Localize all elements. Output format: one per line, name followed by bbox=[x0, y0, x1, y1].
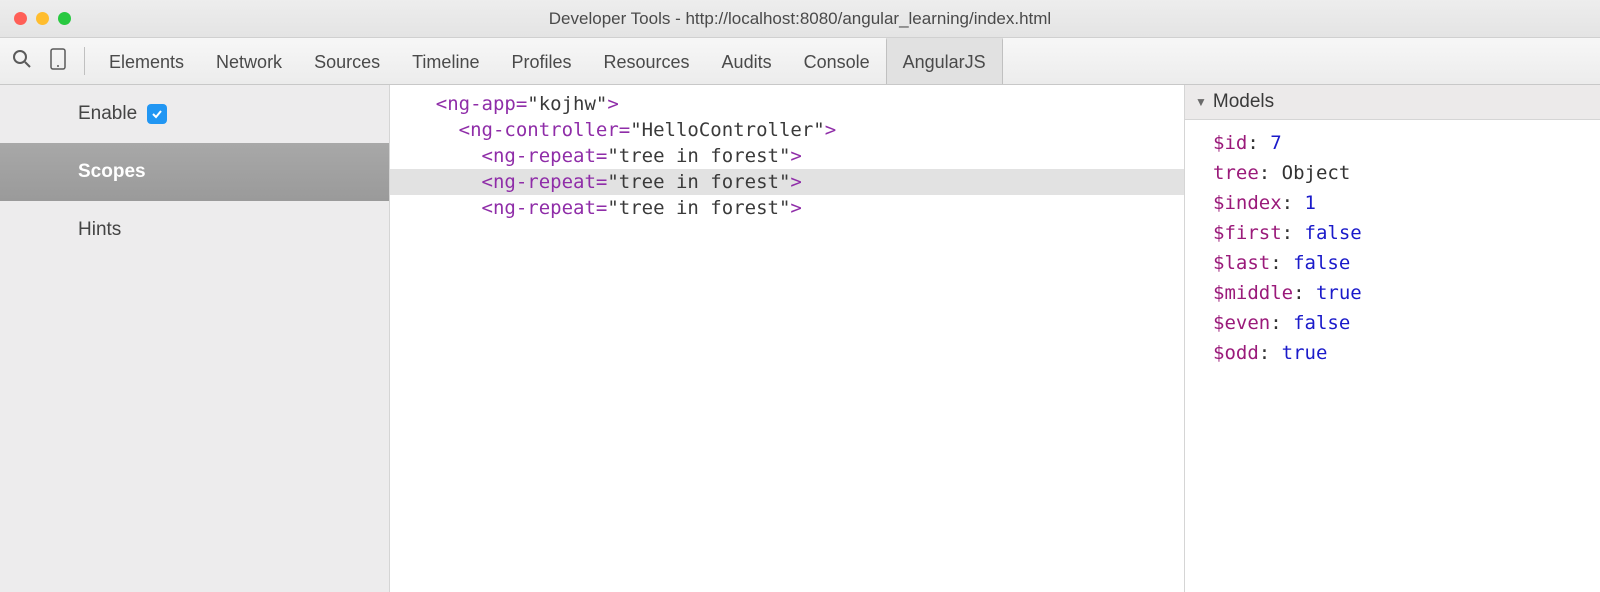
sidebar-item-scopes[interactable]: Scopes bbox=[0, 143, 389, 201]
models-panel: ▼ Models $id: 7tree: Object$index: 1$fir… bbox=[1185, 85, 1600, 592]
enable-checkbox[interactable] bbox=[147, 104, 167, 124]
close-window-button[interactable] bbox=[14, 12, 27, 25]
tab-profiles[interactable]: Profiles bbox=[495, 38, 587, 84]
tab-resources[interactable]: Resources bbox=[588, 38, 706, 84]
scope-tree-line[interactable]: <ng-controller="HelloController"> bbox=[390, 117, 1184, 143]
tab-network[interactable]: Network bbox=[200, 38, 298, 84]
window-title: Developer Tools - http://localhost:8080/… bbox=[549, 9, 1051, 29]
models-properties: $id: 7tree: Object$index: 1$first: false… bbox=[1185, 120, 1600, 376]
tab-elements[interactable]: Elements bbox=[93, 38, 200, 84]
model-prop-index[interactable]: $index: 1 bbox=[1213, 188, 1590, 218]
tab-sources[interactable]: Sources bbox=[298, 38, 396, 84]
model-prop-middle[interactable]: $middle: true bbox=[1213, 278, 1590, 308]
search-icon[interactable] bbox=[12, 49, 32, 74]
scope-tree-line[interactable]: <ng-repeat="tree in forest"> bbox=[390, 143, 1184, 169]
model-prop-first[interactable]: $first: false bbox=[1213, 218, 1590, 248]
disclosure-triangle-icon[interactable]: ▼ bbox=[1195, 95, 1207, 109]
model-prop-tree[interactable]: tree: Object bbox=[1213, 158, 1590, 188]
devtools-window: Developer Tools - http://localhost:8080/… bbox=[0, 0, 1600, 592]
model-prop-id[interactable]: $id: 7 bbox=[1213, 128, 1590, 158]
scope-tree-panel: <ng-app="kojhw"> <ng-controller="HelloCo… bbox=[390, 85, 1185, 592]
maximize-window-button[interactable] bbox=[58, 12, 71, 25]
sidebar-item-hints[interactable]: Hints bbox=[0, 201, 389, 259]
device-icon[interactable] bbox=[50, 48, 66, 75]
titlebar: Developer Tools - http://localhost:8080/… bbox=[0, 0, 1600, 38]
model-prop-odd[interactable]: $odd: true bbox=[1213, 338, 1590, 368]
models-header[interactable]: ▼ Models bbox=[1185, 85, 1600, 120]
scope-tree-line[interactable]: <ng-app="kojhw"> bbox=[390, 91, 1184, 117]
enable-label: Enable bbox=[78, 103, 137, 125]
model-prop-last[interactable]: $last: false bbox=[1213, 248, 1590, 278]
tab-timeline[interactable]: Timeline bbox=[396, 38, 495, 84]
scope-tree-line[interactable]: <ng-repeat="tree in forest"> bbox=[390, 169, 1184, 195]
toolbar-left bbox=[12, 47, 85, 75]
sidebar: Enable ScopesHints bbox=[0, 85, 390, 592]
models-title: Models bbox=[1213, 91, 1274, 113]
tab-angularjs[interactable]: AngularJS bbox=[886, 38, 1003, 84]
toolbar: ElementsNetworkSourcesTimelineProfilesRe… bbox=[0, 38, 1600, 85]
minimize-window-button[interactable] bbox=[36, 12, 49, 25]
content-area: Enable ScopesHints <ng-app="kojhw"> <ng-… bbox=[0, 85, 1600, 592]
tab-console[interactable]: Console bbox=[788, 38, 886, 84]
scope-tree-line[interactable]: <ng-repeat="tree in forest"> bbox=[390, 195, 1184, 221]
tabs: ElementsNetworkSourcesTimelineProfilesRe… bbox=[93, 38, 1003, 84]
sidebar-enable-row[interactable]: Enable bbox=[0, 85, 389, 143]
sidebar-items: ScopesHints bbox=[0, 143, 389, 259]
model-prop-even[interactable]: $even: false bbox=[1213, 308, 1590, 338]
traffic-lights bbox=[0, 12, 71, 25]
tab-audits[interactable]: Audits bbox=[706, 38, 788, 84]
